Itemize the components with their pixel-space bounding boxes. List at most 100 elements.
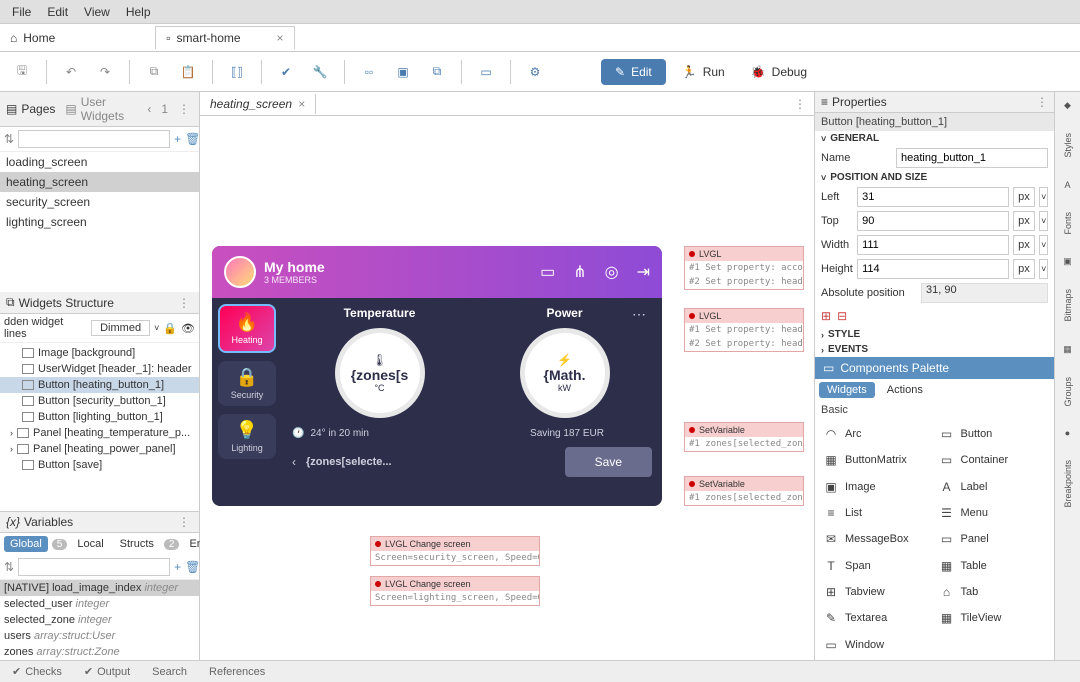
component-item[interactable]: ▭Window bbox=[823, 634, 931, 656]
section-style[interactable]: STYLE bbox=[828, 329, 860, 340]
mock-side-button[interactable]: 🔒Security bbox=[218, 361, 276, 406]
menu-help[interactable]: Help bbox=[118, 1, 159, 23]
strip-icon[interactable]: ▣ bbox=[1063, 256, 1072, 267]
menu-file[interactable]: File bbox=[4, 1, 39, 23]
status-search[interactable]: Search bbox=[146, 664, 193, 680]
lock-icon[interactable]: 🔒 bbox=[163, 322, 177, 335]
component-item[interactable]: ▦Table bbox=[939, 555, 1047, 577]
vars-tab-local[interactable]: Local bbox=[71, 536, 109, 552]
page-item[interactable]: security_screen bbox=[0, 192, 199, 212]
component-item[interactable]: TSpan bbox=[823, 555, 931, 577]
unit[interactable]: px bbox=[1013, 187, 1035, 207]
status-references[interactable]: References bbox=[203, 664, 271, 680]
chevron-down-icon[interactable]: ˅ bbox=[154, 323, 159, 333]
component-item[interactable]: ▣Image bbox=[823, 476, 931, 498]
component-item[interactable]: ✎Textarea bbox=[823, 607, 931, 629]
panel-menu-icon[interactable]: ⋮ bbox=[175, 515, 193, 529]
tree-row[interactable]: Button [lighting_button_1] bbox=[0, 409, 199, 425]
component-item[interactable]: ✉MessageBox bbox=[823, 528, 931, 550]
vars-tab-structs[interactable]: Structs bbox=[114, 536, 160, 552]
flow-lvgl-node[interactable]: LVGL #1 Set property: account_b #2 Set p… bbox=[684, 246, 804, 290]
add-icon[interactable]: + bbox=[174, 560, 181, 574]
status-output[interactable]: ✔Output bbox=[78, 663, 136, 680]
user-widgets-tab[interactable]: User Widgets bbox=[81, 95, 137, 123]
panel-menu-icon[interactable]: ⋮ bbox=[175, 296, 193, 310]
prop-width-input[interactable] bbox=[857, 235, 1009, 255]
right-tab-styles[interactable]: Styles bbox=[1063, 129, 1073, 162]
debug-button[interactable]: 🐞 Debug bbox=[741, 59, 817, 85]
close-icon[interactable]: × bbox=[298, 97, 305, 111]
project-tab[interactable]: ▫ smart-home × bbox=[155, 26, 294, 49]
flow-setvar-node[interactable]: SetVariable #1 zones[selected_zone].heat… bbox=[684, 422, 804, 452]
lang-icon[interactable]: ⟦⟧ bbox=[223, 58, 251, 86]
pages-search-input[interactable] bbox=[18, 130, 170, 148]
gear-icon[interactable]: ⚙ bbox=[521, 58, 549, 86]
panel-menu-icon[interactable]: ⋮ bbox=[1036, 95, 1048, 109]
flow-lvgl-node[interactable]: LVGL #1 Set property: header_1_ #2 Set p… bbox=[684, 308, 804, 352]
add-icon[interactable]: + bbox=[174, 132, 181, 146]
prop-height-input[interactable] bbox=[857, 259, 1009, 279]
right-tab-breakpoints[interactable]: Breakpoints bbox=[1063, 456, 1073, 512]
component-item[interactable]: ☰Menu bbox=[939, 502, 1047, 524]
component-item[interactable]: ▭Container bbox=[939, 449, 1047, 471]
component-item[interactable]: ▦TileView bbox=[939, 607, 1047, 629]
tree-row[interactable]: Image [background] bbox=[0, 345, 199, 361]
dimmed-select[interactable]: Dimmed bbox=[91, 320, 150, 336]
prop-name-input[interactable] bbox=[896, 148, 1048, 168]
component-item[interactable]: ◠Arc bbox=[823, 423, 931, 445]
save-button[interactable]: Save bbox=[565, 447, 652, 477]
panel-menu-icon[interactable]: ⋮ bbox=[175, 102, 193, 116]
comment-icon[interactable]: ▭ bbox=[472, 58, 500, 86]
flow-setvar-node[interactable]: SetVariable #1 zones[selected_zone].heat… bbox=[684, 476, 804, 506]
chevron-down-icon[interactable]: ˅ bbox=[1039, 235, 1048, 255]
var-row[interactable]: selected_zone integer bbox=[0, 612, 199, 628]
sort-icon[interactable]: ⇅ bbox=[4, 132, 14, 146]
strip-icon[interactable]: ● bbox=[1065, 428, 1070, 438]
canvas[interactable]: My home 3 MEMBERS ▭ ⋔ ◎ ⇥ 🔥Heating🔒Secur… bbox=[200, 116, 814, 660]
var-row[interactable]: users array:struct:User bbox=[0, 628, 199, 644]
chevron-down-icon[interactable]: ˅ bbox=[1039, 211, 1048, 231]
menu-edit[interactable]: Edit bbox=[39, 1, 76, 23]
comp-tab-widgets[interactable]: Widgets bbox=[819, 382, 875, 398]
tree-row[interactable]: Button [security_button_1] bbox=[0, 393, 199, 409]
strip-icon[interactable]: ◆ bbox=[1064, 100, 1071, 111]
align3-icon[interactable]: ⧉ bbox=[423, 58, 451, 86]
component-item[interactable]: ≡List bbox=[823, 502, 931, 524]
vars-tab-global[interactable]: Global bbox=[4, 536, 48, 552]
undo-icon[interactable]: ↶ bbox=[57, 58, 85, 86]
chevron-down-icon[interactable]: ˅ bbox=[1039, 187, 1048, 207]
comp-tab-actions[interactable]: Actions bbox=[879, 382, 931, 398]
tree-row[interactable]: › Panel [heating_temperature_p... bbox=[0, 425, 199, 441]
page-item[interactable]: heating_screen bbox=[0, 172, 199, 192]
var-row[interactable]: [NATIVE] load_image_index integer bbox=[0, 580, 199, 596]
unit[interactable]: px bbox=[1013, 259, 1035, 279]
tree-row[interactable]: UserWidget [header_1]: header bbox=[0, 361, 199, 377]
delete-icon[interactable]: 🗑 bbox=[185, 132, 200, 146]
run-button[interactable]: 🏃 Run bbox=[672, 59, 735, 85]
wrench-icon[interactable]: 🔧 bbox=[306, 58, 334, 86]
unit[interactable]: px bbox=[1013, 235, 1035, 255]
menu-view[interactable]: View bbox=[76, 1, 118, 23]
panel-menu-icon[interactable]: ⋮ bbox=[786, 97, 814, 111]
chevron-down-icon[interactable]: ˅ bbox=[1039, 259, 1048, 279]
right-tab-bitmaps[interactable]: Bitmaps bbox=[1063, 285, 1073, 326]
component-item[interactable]: ⌂Tab bbox=[939, 581, 1047, 603]
strip-icon[interactable]: ▦ bbox=[1063, 344, 1072, 355]
paste-icon[interactable]: 📋 bbox=[174, 58, 202, 86]
tree-row[interactable]: Button [save] bbox=[0, 457, 199, 473]
pos-icon1[interactable]: ⊞ bbox=[821, 309, 831, 323]
delete-icon[interactable]: 🗑 bbox=[185, 560, 200, 574]
prop-left-input[interactable] bbox=[857, 187, 1009, 207]
unit[interactable]: px bbox=[1013, 211, 1035, 231]
section-position[interactable]: POSITION AND SIZE bbox=[830, 172, 927, 183]
tree-row[interactable]: Button [heating_button_1] bbox=[0, 377, 199, 393]
check-icon[interactable]: ✔ bbox=[272, 58, 300, 86]
page-item[interactable]: lighting_screen bbox=[0, 212, 199, 232]
component-item[interactable]: ▭Button bbox=[939, 423, 1047, 445]
home-button[interactable]: ⌂ Home bbox=[0, 31, 65, 45]
tree-row[interactable]: › Panel [heating_power_panel] bbox=[0, 441, 199, 457]
sort-icon[interactable]: ⇅ bbox=[4, 560, 14, 574]
page-item[interactable]: loading_screen bbox=[0, 152, 199, 172]
eye-icon[interactable]: 👁 bbox=[181, 322, 195, 335]
strip-icon[interactable]: A bbox=[1064, 180, 1070, 190]
